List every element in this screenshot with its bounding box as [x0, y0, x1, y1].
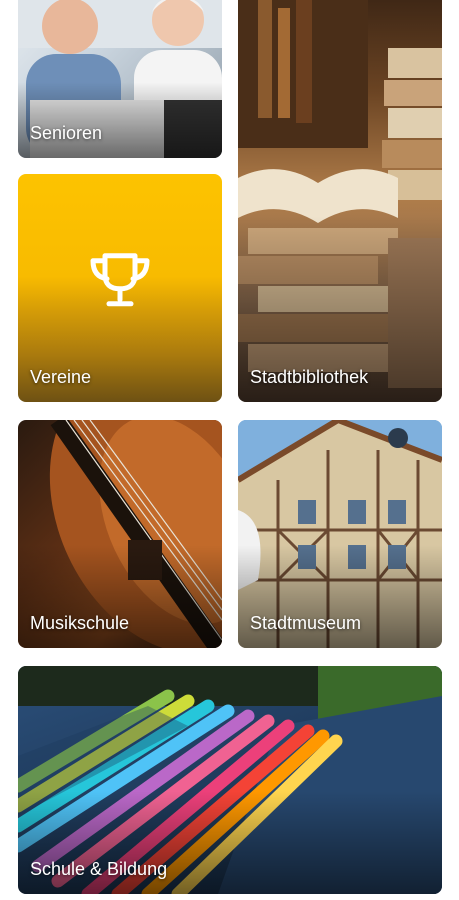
- tile-senioren[interactable]: Senioren: [18, 0, 222, 158]
- tile-schule-bildung[interactable]: Schule & Bildung: [18, 666, 442, 894]
- tile-label-schule-bildung: Schule & Bildung: [30, 859, 168, 879]
- tile-label-stadtmuseum: Stadtmuseum: [250, 613, 362, 633]
- tile-stadtmuseum[interactable]: Stadtmuseum: [238, 420, 442, 648]
- tile-label-stadtbibliothek: Stadtbibliothek: [250, 367, 369, 387]
- tile-label-vereine: Vereine: [30, 367, 92, 387]
- tile-musikschule[interactable]: Musikschule: [18, 420, 222, 648]
- tile-label-musikschule: Musikschule: [30, 613, 130, 633]
- trophy-icon: [90, 253, 150, 307]
- tile-label-senioren: Senioren: [30, 123, 103, 143]
- tile-vereine[interactable]: Vereine: [18, 174, 222, 402]
- tile-stadtbibliothek[interactable]: Stadtbibliothek: [238, 0, 442, 402]
